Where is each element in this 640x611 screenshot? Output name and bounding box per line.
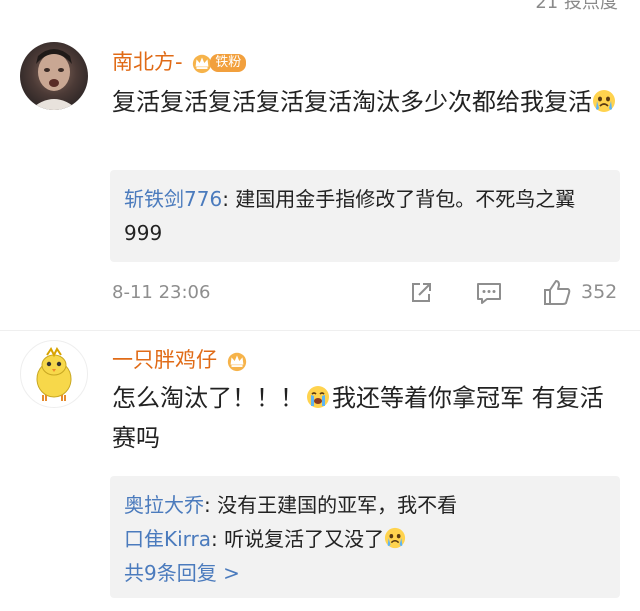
share-icon <box>412 283 431 302</box>
comment-username[interactable]: 一只胖鸡仔 <box>112 344 248 374</box>
reply-preview-box[interactable]: 奥拉大乔: 没有王建国的亚军，我不看 口隹Kirra: 听说复活了又没了 共9条… <box>110 476 620 598</box>
reply-username[interactable]: 奥拉大乔 <box>124 493 204 517</box>
comment-icon <box>477 283 501 304</box>
comment-text: 复活复活复活复活复活淘汰多少次都给我复活 <box>112 82 620 122</box>
comment-button[interactable] <box>475 280 503 306</box>
crown-icon <box>227 352 246 372</box>
share-button[interactable] <box>408 280 434 306</box>
view-more-replies-link[interactable]: 共9条回复 > <box>124 556 606 590</box>
crying-face-emoji-icon <box>385 527 406 549</box>
avatar[interactable] <box>20 340 88 408</box>
reply-text: : 听说复活了又没了 <box>211 527 385 551</box>
comment-username[interactable]: 南北方- 铁粉 <box>112 46 247 76</box>
reply-item[interactable]: 奥拉大乔: 没有王建国的亚军，我不看 <box>124 488 606 522</box>
reply-username[interactable]: 口隹Kirra <box>124 527 211 551</box>
reply-item[interactable]: 口隹Kirra: 听说复活了又没了 <box>124 522 606 556</box>
like-count: 352 <box>581 281 618 303</box>
reply-text: : 没有王建国的亚军，我不看 <box>204 493 458 517</box>
comment-divider <box>0 330 640 331</box>
loudly-crying-emoji-icon <box>307 386 329 408</box>
thumbs-up-icon <box>544 280 571 305</box>
reply-preview-box[interactable]: 斩铁剑776: 建国用金手指修改了背包。不死鸟之翼 999 <box>110 170 620 262</box>
avatar[interactable] <box>20 42 88 110</box>
crying-face-emoji-icon <box>593 90 615 112</box>
fan-badge: 铁粉 <box>191 52 247 74</box>
partial-header-text: 21 投点度 <box>535 0 618 13</box>
comment-text: 怎么淘汰了！！！ 我还等着你拿冠军 有复活赛吗 <box>112 384 604 452</box>
reply-username[interactable]: 斩铁剑776 <box>124 187 222 211</box>
crown-badge <box>226 350 248 372</box>
comment-timestamp: 8-11 23:06 <box>112 282 211 303</box>
like-button[interactable]: 352 <box>542 278 617 306</box>
reply-item[interactable]: 斩铁剑776: 建国用金手指修改了背包。不死鸟之翼 999 <box>124 182 606 250</box>
